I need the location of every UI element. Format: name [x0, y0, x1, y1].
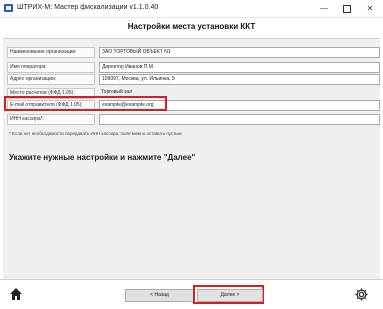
- page-title: Настройки места установки ККТ: [127, 22, 256, 31]
- maximize-icon: [343, 4, 351, 13]
- home-button[interactable]: [9, 287, 23, 301]
- address-label: Адрес организации:: [7, 74, 95, 85]
- inn-note: * Если нет необходимости передавать ИНН …: [9, 131, 182, 136]
- minimize-button[interactable]: —: [313, 0, 335, 17]
- org-name-field[interactable]: ЗАО ТОРГОВЫЙ ОБЪЕКТ N1: [99, 47, 380, 58]
- title-bar: ШТРИХ-М: Мастер фискализации v1.1.0.40 —…: [0, 0, 383, 18]
- next-button[interactable]: Далее >: [197, 289, 263, 302]
- sender-email-field[interactable]: example@example.org: [99, 100, 380, 111]
- home-icon: [10, 288, 22, 300]
- settings-panel: Наименование организации: ЗАО ТОРГОВЫЙ О…: [3, 38, 380, 279]
- app-icon: [4, 4, 13, 12]
- operator-field[interactable]: Директор Иванов П.М.: [99, 62, 380, 73]
- cashier-inn-field[interactable]: [99, 114, 380, 125]
- maximize-button[interactable]: [336, 0, 358, 17]
- back-button[interactable]: < Назад: [125, 289, 194, 302]
- gear-icon: [355, 288, 368, 301]
- footer-bar: < Назад Далее >: [0, 279, 383, 309]
- payment-place-field[interactable]: Торговый зал: [99, 88, 378, 97]
- payment-place-label: Место расчетов (ФФД 1.05):: [7, 88, 95, 99]
- cashier-inn-label: ИНН кассира*:: [7, 114, 95, 125]
- settings-button[interactable]: [354, 287, 369, 302]
- address-field[interactable]: 109097, Москва, ул. Ильинка, 9: [99, 74, 380, 85]
- window-title: ШТРИХ-М: Мастер фискализации v1.1.0.40: [17, 4, 159, 11]
- sender-email-label: E-mail отправителя (ФФД 1.05):: [7, 100, 95, 111]
- org-name-label: Наименование организации:: [7, 47, 95, 58]
- instruction-text: Укажите нужные настройки и нажмите "Дале…: [9, 153, 196, 162]
- operator-label: Имя оператора:: [7, 62, 95, 73]
- close-button[interactable]: ✕: [359, 0, 381, 17]
